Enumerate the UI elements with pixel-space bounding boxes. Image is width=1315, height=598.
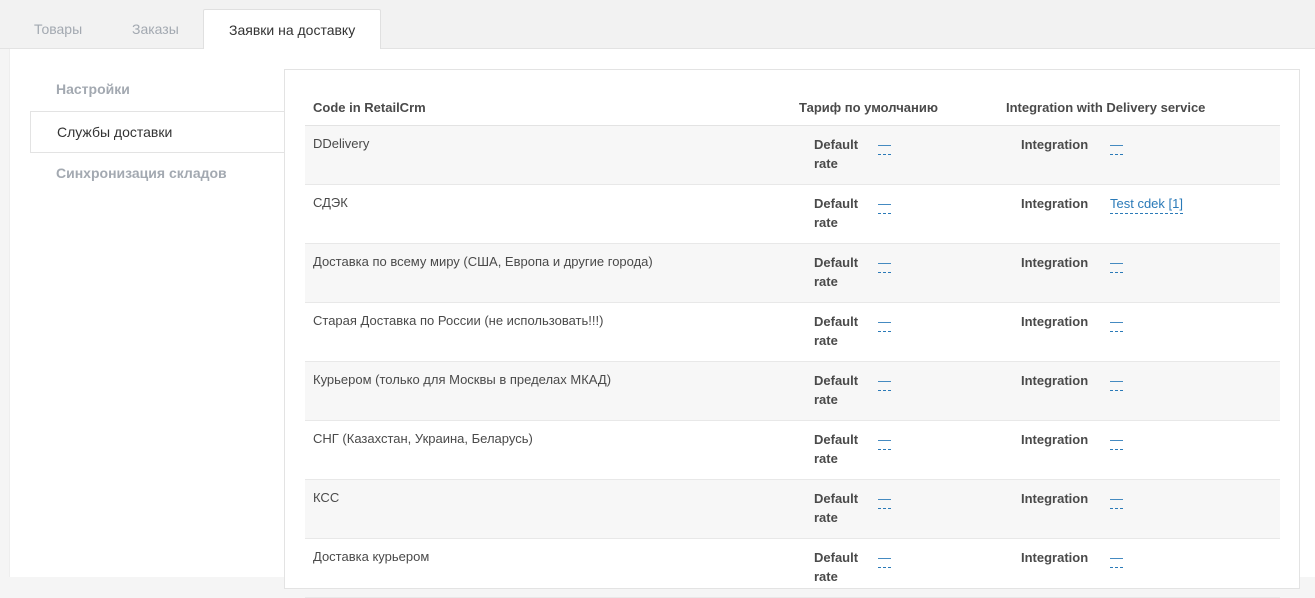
default-rate-link[interactable]: —	[878, 312, 891, 332]
column-header-code: Code in RetailCrm	[313, 100, 426, 115]
default-rate-label: Default rate	[814, 432, 859, 466]
integration-link[interactable]: —	[1110, 371, 1123, 391]
integration-label: Integration	[1021, 491, 1089, 506]
table-header: Code in RetailCrm Тариф по умолчанию Int…	[305, 98, 1280, 126]
integration-link[interactable]: —	[1110, 312, 1123, 332]
column-header-default-rate: Тариф по умолчанию	[799, 100, 938, 115]
integration-label: Integration	[1021, 196, 1089, 211]
table-row: Курьером (только для Москвы в пределах М…	[305, 362, 1280, 421]
integration-label: Integration	[1021, 432, 1089, 447]
sidebar-item-settings[interactable]: Настройки	[30, 69, 285, 111]
default-rate-label: Default rate	[814, 137, 859, 171]
column-header-integration: Integration with Delivery service	[1006, 100, 1206, 115]
main-content: Настройки Службы доставки Синхронизация …	[9, 49, 1315, 598]
delivery-code: DDelivery	[313, 136, 370, 151]
delivery-services-panel: Code in RetailCrm Тариф по умолчанию Int…	[284, 69, 1300, 598]
tab-delivery-requests[interactable]: Заявки на доставку	[203, 9, 382, 50]
integration-label: Integration	[1021, 550, 1089, 565]
delivery-code: Доставка по всему миру (США, Европа и др…	[313, 254, 653, 269]
table-row: DDelivery Default rate — Integration —	[305, 126, 1280, 185]
default-rate-link[interactable]: —	[878, 135, 891, 155]
table-row: Доставка курьером Default rate — Integratio…	[305, 539, 1280, 598]
default-rate-label: Default rate	[814, 314, 859, 348]
default-rate-label: Default rate	[814, 196, 859, 230]
default-rate-link[interactable]: —	[878, 430, 891, 450]
default-rate-label: Default rate	[814, 255, 859, 289]
integration-link[interactable]: —	[1110, 548, 1123, 568]
tab-orders[interactable]: Заказы	[107, 9, 204, 50]
default-rate-link[interactable]: —	[878, 371, 891, 391]
table-row: Старая Доставка по России (не использова…	[305, 303, 1280, 362]
default-rate-link[interactable]: —	[878, 548, 891, 568]
table-row: СНГ (Казахстан, Украина, Беларусь) Defaul…	[305, 421, 1280, 480]
delivery-code: КСС	[313, 490, 340, 505]
sidebar-item-delivery-services[interactable]: Службы доставки	[30, 111, 285, 153]
integration-link[interactable]: Test cdek [1]	[1110, 194, 1183, 214]
default-rate-label: Default rate	[814, 491, 859, 525]
sidebar-item-warehouse-sync[interactable]: Синхронизация складов	[30, 153, 285, 195]
integration-label: Integration	[1021, 373, 1089, 388]
table-row: КСС Default rate — Integration —	[305, 480, 1280, 539]
default-rate-link[interactable]: —	[878, 489, 891, 509]
integration-link[interactable]: —	[1110, 430, 1123, 450]
default-rate-label: Default rate	[814, 373, 859, 407]
delivery-code: Доставка курьером	[313, 549, 430, 564]
delivery-code: Курьером (только для Москвы в пределах М…	[313, 372, 612, 387]
delivery-code: Старая Доставка по России (не использова…	[313, 313, 604, 328]
integration-link[interactable]: —	[1110, 253, 1123, 273]
default-rate-link[interactable]: —	[878, 194, 891, 214]
tab-products[interactable]: Товары	[9, 9, 107, 50]
delivery-code: СНГ (Казахстан, Украина, Беларусь)	[313, 431, 533, 446]
integration-link[interactable]: —	[1110, 135, 1123, 155]
integration-link[interactable]: —	[1110, 489, 1123, 509]
integration-label: Integration	[1021, 137, 1089, 152]
delivery-code: СДЭК	[313, 195, 348, 210]
table-row: СДЭК Default rate — Integration Test cdek [1…	[305, 185, 1280, 244]
integration-label: Integration	[1021, 314, 1089, 329]
integration-label: Integration	[1021, 255, 1089, 270]
default-rate-link[interactable]: —	[878, 253, 891, 273]
top-tab-bar: Товары Заказы Заявки на доставку	[0, 0, 1315, 50]
default-rate-label: Default rate	[814, 550, 859, 584]
table-row: Доставка по всему миру (США, Европа и др…	[305, 244, 1280, 303]
